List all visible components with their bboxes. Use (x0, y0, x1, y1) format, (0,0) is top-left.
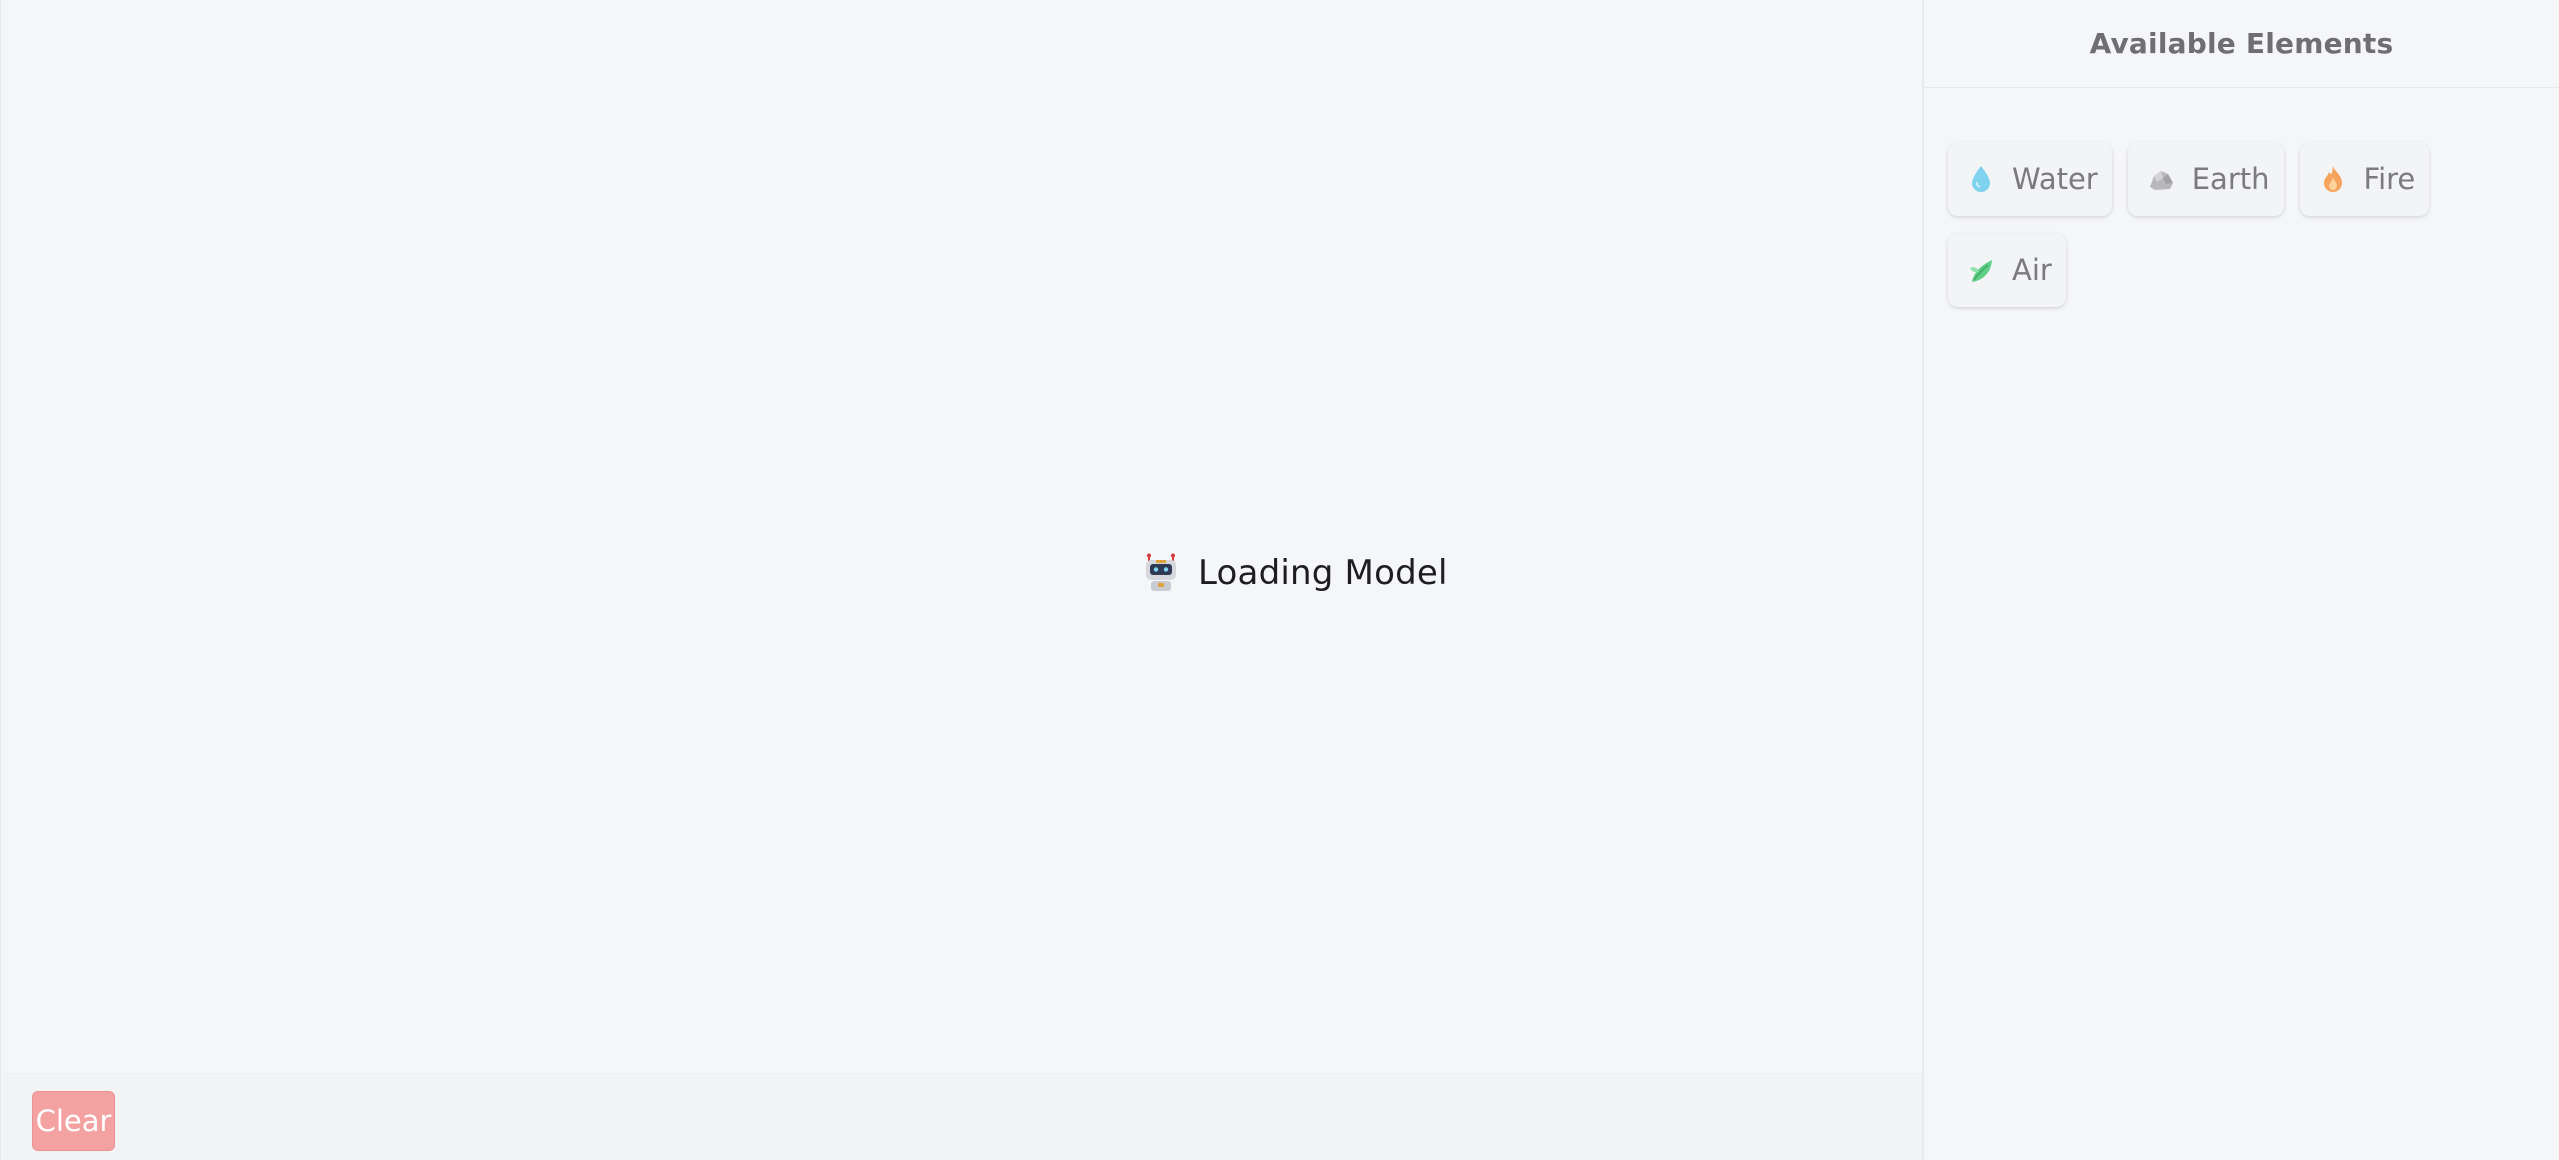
loading-label: Loading Model (1198, 553, 1448, 593)
element-fire[interactable]: Fire (2299, 142, 2430, 216)
element-label: Air (2012, 253, 2052, 287)
elements-sidebar: Available Elements Water Earth Fire Air (1922, 0, 2559, 1160)
element-earth[interactable]: Earth (2127, 142, 2284, 216)
robot-icon (1146, 553, 1176, 591)
element-label: Earth (2191, 162, 2270, 196)
app: Loading Model Clear Available Elements W… (0, 0, 2559, 1160)
element-air[interactable]: Air (1948, 233, 2066, 307)
fire-icon (2323, 166, 2342, 192)
sidebar-title: Available Elements (2089, 27, 2394, 60)
element-list: Water Earth Fire Air (1924, 88, 2559, 307)
element-label: Water (2012, 162, 2098, 196)
clear-button[interactable]: Clear (32, 1091, 115, 1151)
water-drop-icon (1972, 166, 1990, 192)
rock-icon (2149, 171, 2173, 190)
element-label: Fire (2363, 162, 2416, 196)
crafting-canvas[interactable]: Loading Model Clear (0, 0, 1923, 1160)
sidebar-header: Available Elements (1924, 0, 2559, 88)
bottom-toolbar: Clear (2, 1073, 1923, 1160)
loading-indicator: Loading Model (1142, 550, 1448, 596)
leaf-icon (1970, 260, 1992, 282)
element-water[interactable]: Water (1948, 142, 2112, 216)
